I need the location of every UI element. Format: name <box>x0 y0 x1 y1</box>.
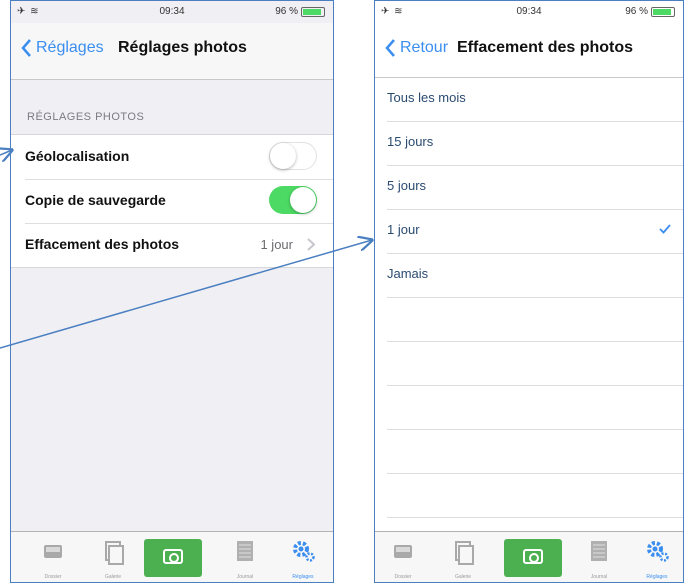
back-label: Réglages <box>36 39 104 56</box>
back-button[interactable]: Retour <box>385 39 448 57</box>
tab-camera[interactable] <box>504 539 562 577</box>
option-jamais[interactable]: Jamais <box>375 254 683 298</box>
inbox-icon <box>44 545 62 558</box>
screen-photo-settings: ✈ ≋ 09:34 96 % Réglages Réglages photos … <box>10 0 334 583</box>
empty-row <box>375 430 683 474</box>
camera-icon <box>523 549 543 564</box>
chevron-left-icon <box>21 39 31 57</box>
empty-row <box>375 298 683 342</box>
inbox-icon <box>394 545 412 558</box>
settings-group: Géolocalisation Copie de sauvegarde Effa… <box>11 134 333 268</box>
deletion-options-list: Tous les mois 15 jours 5 jours 1 jour Ja… <box>375 78 683 518</box>
nav-bar: Retour Effacement des photos <box>375 23 683 78</box>
journal-icon <box>237 541 253 561</box>
geolocation-toggle[interactable] <box>269 142 317 170</box>
chevron-right-icon <box>307 238 315 251</box>
tab-bar: Dossier Galerie Journal Réglages <box>11 531 333 582</box>
photo-deletion-row[interactable]: Effacement des photos 1 jour <box>11 223 333 267</box>
chevron-left-icon <box>385 39 395 57</box>
tab-reglages[interactable]: Réglages <box>637 532 677 582</box>
option-15-jours[interactable]: 15 jours <box>375 122 683 166</box>
tab-dossier[interactable]: Dossier <box>33 532 73 582</box>
journal-icon <box>591 541 607 561</box>
tab-galerie[interactable]: Galerie <box>93 532 133 582</box>
battery-percent: 96 % <box>275 6 298 17</box>
gear-icon <box>293 541 315 562</box>
photo-deletion-label: Effacement des photos <box>25 236 180 252</box>
tab-bar: Dossier Galerie Journal Réglages <box>375 531 683 582</box>
option-tous-les-mois[interactable]: Tous les mois <box>375 78 683 122</box>
page-title: Réglages photos <box>118 39 247 56</box>
empty-row <box>375 474 683 518</box>
option-5-jours[interactable]: 5 jours <box>375 166 683 210</box>
photo-deletion-value: 1 jour <box>260 237 293 252</box>
nav-bar: Réglages Réglages photos <box>11 23 333 80</box>
section-header: RÉGLAGES PHOTOS <box>27 111 145 123</box>
battery-icon <box>301 6 325 17</box>
battery-icon <box>651 6 675 17</box>
geolocation-row: Géolocalisation <box>11 135 333 179</box>
checkmark-icon <box>659 224 671 234</box>
camera-icon <box>163 549 183 564</box>
page-title: Effacement des photos <box>457 39 634 56</box>
tab-journal[interactable]: Journal <box>579 532 619 582</box>
gallery-icon <box>105 541 124 565</box>
tab-camera[interactable] <box>144 539 202 577</box>
backup-label: Copie de sauvegarde <box>25 192 166 208</box>
option-1-jour[interactable]: 1 jour <box>375 210 683 254</box>
tab-galerie[interactable]: Galerie <box>443 532 483 582</box>
screen-photo-deletion: ✈ ≋ 09:34 96 % Retour Effacement des pho… <box>374 0 684 583</box>
empty-row <box>375 386 683 430</box>
backup-toggle[interactable] <box>269 186 317 214</box>
tab-dossier[interactable]: Dossier <box>383 532 423 582</box>
battery-percent: 96 % <box>625 6 648 17</box>
back-label: Retour <box>400 39 449 56</box>
tab-journal[interactable]: Journal <box>225 532 265 582</box>
status-bar: ✈ ≋ 09:34 96 % <box>11 1 333 23</box>
geolocation-label: Géolocalisation <box>25 148 130 164</box>
empty-row <box>375 342 683 386</box>
gear-icon <box>647 541 669 562</box>
backup-row: Copie de sauvegarde <box>11 179 333 223</box>
back-button[interactable]: Réglages <box>21 39 104 57</box>
tab-reglages[interactable]: Réglages <box>283 532 323 582</box>
gallery-icon <box>455 541 474 565</box>
status-bar: ✈ ≋ 09:34 96 % <box>375 1 683 23</box>
